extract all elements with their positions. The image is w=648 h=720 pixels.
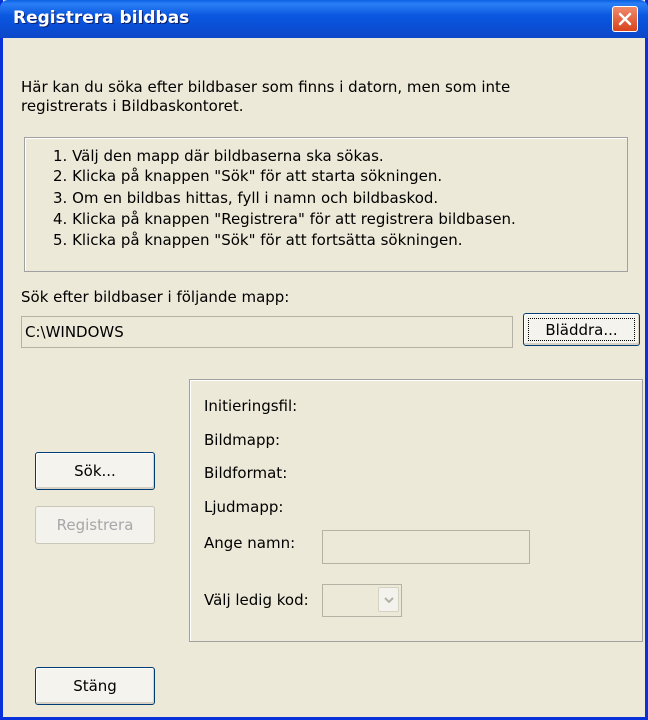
search-button[interactable]: Sök... — [35, 452, 155, 490]
register-button[interactable]: Registrera — [35, 506, 155, 544]
window-title: Registrera bildbas — [13, 8, 190, 28]
step-5: 5. Klicka på knappen "Sök" för att forts… — [53, 231, 463, 249]
step-4: 4. Klicka på knappen "Registrera" för at… — [53, 210, 516, 228]
close-button-label: Stäng — [73, 677, 117, 695]
focus-ring — [528, 318, 635, 341]
close-icon — [618, 12, 632, 26]
dialog-window: Registrera bildbas Här kan du söka efter… — [0, 0, 648, 720]
browse-button[interactable]: Bläddra... — [523, 313, 640, 346]
close-window-button[interactable] — [612, 6, 638, 32]
image-folder-label: Bildmapp: — [204, 431, 281, 449]
folder-label: Sök efter bildbaser i följande mapp: — [21, 288, 290, 306]
instructions-box: 1. Välj den mapp där bildbaserna ska sök… — [24, 137, 628, 272]
folder-path-field[interactable]: C:\WINDOWS — [21, 316, 513, 348]
folder-path-value: C:\WINDOWS — [25, 323, 124, 341]
chevron-down-icon — [384, 597, 394, 603]
code-select[interactable] — [322, 584, 402, 617]
step-3: 3. Om en bildbas hittas, fyll i namn och… — [53, 189, 439, 207]
image-format-label: Bildformat: — [204, 464, 288, 482]
init-file-label: Initieringsfil: — [204, 397, 298, 415]
code-dropdown-button[interactable] — [378, 587, 399, 612]
step-1: 1. Välj den mapp där bildbaserna ska sök… — [53, 147, 384, 165]
code-label: Välj ledig kod: — [204, 591, 309, 609]
intro-text-line1: Här kan du söka efter bildbaser som finn… — [21, 78, 511, 96]
step-2: 2. Klicka på knappen "Sök" för att start… — [53, 167, 443, 185]
sound-folder-label: Ljudmapp: — [204, 498, 284, 516]
name-label: Ange namn: — [204, 534, 296, 552]
intro-text-line2: registrerats i Bildbaskontoret. — [21, 97, 244, 115]
search-button-label: Sök... — [74, 462, 116, 480]
name-input[interactable] — [322, 530, 530, 564]
title-bar[interactable]: Registrera bildbas — [0, 0, 648, 38]
database-info-box: Initieringsfil: Bildmapp: Bildformat: Lj… — [189, 379, 643, 642]
register-button-label: Registrera — [56, 516, 134, 534]
close-button[interactable]: Stäng — [35, 667, 155, 705]
